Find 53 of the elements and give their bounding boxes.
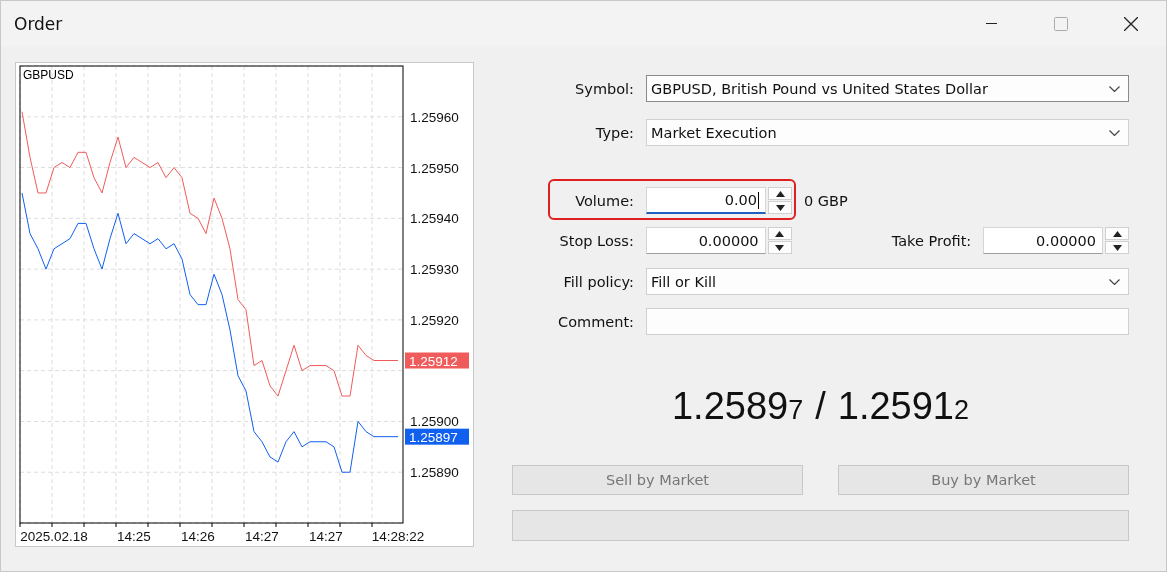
unit-text: 0 GBP [804, 192, 848, 209]
close-icon [1124, 16, 1138, 31]
chevron-down-icon [1109, 129, 1120, 136]
axis-label: 14:28:22 [371, 529, 425, 544]
up-arrow-icon [775, 190, 785, 197]
axis-label: 1.25890 [410, 465, 459, 481]
chart-title: GBPUSD [23, 68, 74, 82]
field-label: Fill policy: [562, 273, 634, 290]
minimize-icon [985, 23, 997, 24]
input-field[interactable] [646, 308, 1129, 335]
axis-label: 1.25960 [410, 109, 459, 125]
separator: / [815, 385, 826, 428]
spin-up-button[interactable] [768, 187, 792, 200]
spin-up-button[interactable] [767, 227, 792, 240]
up-arrow-icon [775, 230, 785, 237]
axis-label: 1.25940 [410, 211, 459, 227]
chevron-down-icon [1109, 85, 1120, 92]
spin-down-button[interactable] [767, 241, 792, 254]
axis-label: 14:26 [181, 529, 215, 544]
up-arrow-icon [1112, 230, 1122, 237]
field-label: Symbol: [574, 80, 634, 97]
spin-down-button[interactable] [768, 201, 792, 214]
field-label: Comment: [557, 313, 634, 330]
axis-label: 2025.02.18 [20, 529, 88, 544]
ask-price: 1.25912 [837, 385, 970, 428]
axis-label: 1.25930 [410, 262, 459, 278]
field-label: Stop Loss: [558, 232, 634, 249]
maximize-icon [1054, 16, 1068, 31]
axis-label: 14:27 [309, 529, 343, 544]
field-label: Type: [594, 124, 634, 141]
axis-label: 14:25 [117, 529, 151, 544]
spin-up-button[interactable] [1105, 227, 1129, 240]
input-field[interactable]: 0.00 [646, 187, 766, 214]
dropdown[interactable]: Fill or Kill [646, 268, 1129, 295]
down-arrow-icon [775, 244, 785, 251]
input-field[interactable]: 0.00000 [983, 227, 1104, 254]
window-title: Order [14, 13, 64, 34]
axis-label: 1.25920 [410, 312, 459, 328]
price-tag: 1.25912 [405, 352, 469, 369]
axis-label: 1.25900 [410, 414, 459, 430]
axis-label: 14:27 [245, 529, 279, 544]
down-arrow-icon [775, 204, 785, 211]
field-label: Take Profit: [890, 232, 972, 249]
input-field[interactable]: 0.00000 [645, 227, 766, 254]
bid-price: 1.25897 [671, 385, 804, 428]
field-label: Volume: [574, 192, 634, 209]
dropdown[interactable]: Market Execution [646, 119, 1129, 146]
price-tag: 1.25897 [405, 428, 469, 445]
chevron-down-icon [1109, 278, 1120, 285]
down-arrow-icon [1112, 244, 1122, 251]
axis-label: 1.25950 [410, 160, 459, 176]
spin-down-button[interactable] [1105, 241, 1129, 254]
dropdown[interactable]: GBPUSD, British Pound vs United States Dollar [646, 75, 1129, 102]
